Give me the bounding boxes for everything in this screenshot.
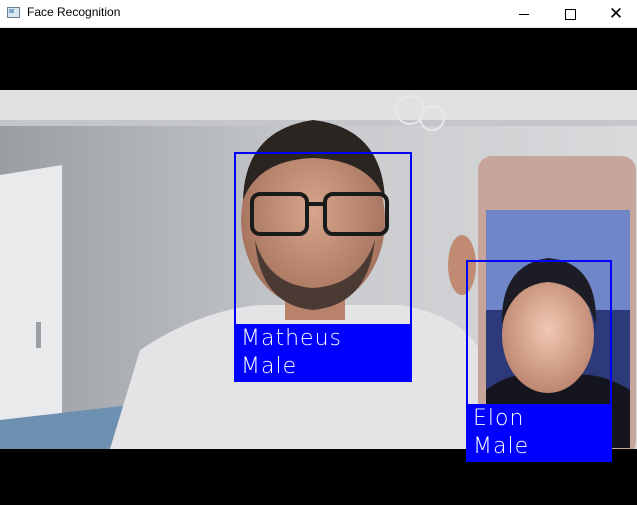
face-label-2: Elon Male (466, 404, 612, 462)
window-icon (7, 7, 20, 18)
window-title: Face Recognition (27, 5, 121, 19)
face-bounding-box-2 (466, 260, 612, 406)
close-icon: ✕ (608, 3, 624, 24)
video-frame: Matheus Male Elon Male (0, 28, 637, 505)
face-name-label: Elon (473, 406, 525, 431)
minimize-icon (519, 13, 529, 15)
face-gender-label: Male (241, 354, 298, 379)
title-bar[interactable]: Face Recognition ✕ (0, 0, 637, 28)
minimize-button[interactable] (501, 0, 547, 28)
face-gender-label: Male (473, 434, 530, 459)
face-bounding-box-1 (234, 152, 412, 326)
maximize-icon (564, 8, 576, 20)
maximize-button[interactable] (547, 0, 593, 28)
close-button[interactable]: ✕ (593, 0, 637, 28)
face-label-1: Matheus Male (234, 324, 412, 382)
face-name-label: Matheus (241, 326, 342, 351)
